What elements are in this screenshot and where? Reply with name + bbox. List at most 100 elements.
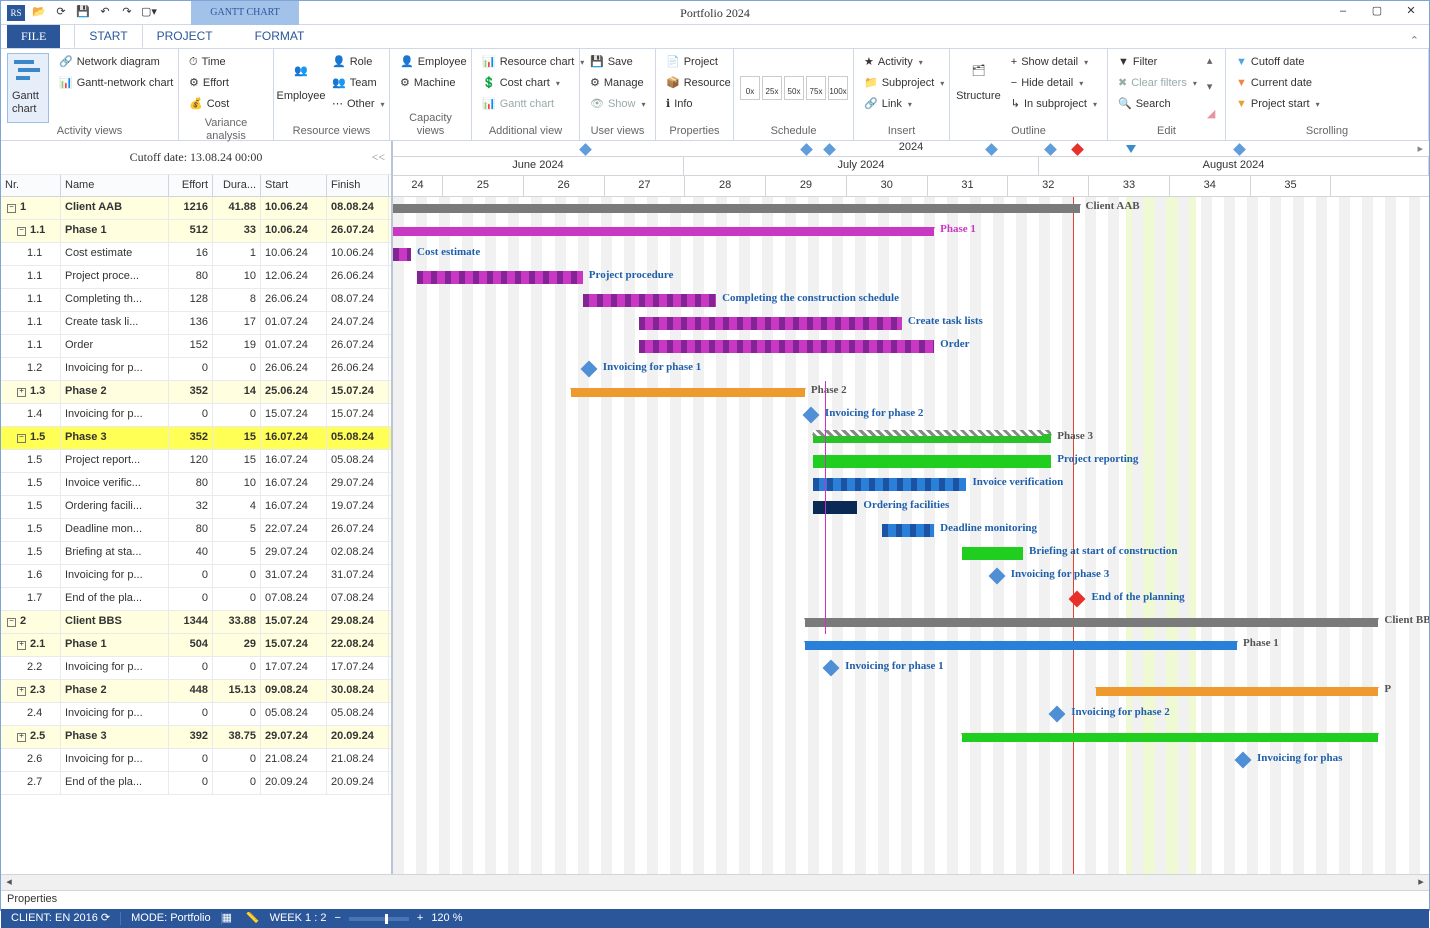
properties-bar[interactable]: Properties <box>1 890 1429 909</box>
table-row[interactable]: 1.1Completing th...128826.06.2408.07.24 <box>1 289 391 312</box>
schedule-25x[interactable]: 25x <box>762 76 782 100</box>
col-name[interactable]: Name <box>61 175 169 196</box>
gantt-bar[interactable] <box>1235 752 1252 769</box>
team-button[interactable]: 👥Team <box>328 74 389 94</box>
ruler-icon[interactable]: 📏 <box>246 912 262 926</box>
capacity-employee-button[interactable]: 👤Employee <box>396 53 471 73</box>
gantt-bar[interactable] <box>805 641 1237 650</box>
col-effort[interactable]: Effort <box>169 175 213 196</box>
table-row[interactable]: −1.1Phase 15123310.06.2426.07.24 <box>1 220 391 243</box>
sync-icon[interactable]: ⟳ <box>101 912 110 924</box>
gantt-bar[interactable] <box>813 478 966 491</box>
link-button[interactable]: 🔗Link <box>860 95 948 115</box>
resource-chart-button[interactable]: 📊Resource chart <box>478 53 588 73</box>
minimize-button[interactable]: – <box>1329 1 1357 23</box>
gantt-bar[interactable] <box>571 388 805 397</box>
table-row[interactable]: 1.5Deadline mon...80522.07.2426.07.24 <box>1 519 391 542</box>
table-row[interactable]: 2.4Invoicing for p...0005.08.2405.08.24 <box>1 703 391 726</box>
gantt-bar[interactable] <box>580 361 597 378</box>
gantt-bar[interactable] <box>823 660 840 677</box>
move-down-icon[interactable]: ▾ <box>1207 81 1215 94</box>
expander-icon[interactable]: + <box>17 641 26 650</box>
table-row[interactable]: 1.5Ordering facili...32416.07.2419.07.24 <box>1 496 391 519</box>
maximize-button[interactable]: ▢ <box>1363 1 1391 23</box>
table-row[interactable]: 2.6Invoicing for p...0021.08.2421.08.24 <box>1 749 391 772</box>
h-scrollbar[interactable]: ◂▸ <box>1 874 1429 890</box>
search-button[interactable]: 🔍Search <box>1114 95 1201 115</box>
col-start[interactable]: Start <box>261 175 327 196</box>
gantt-bar[interactable] <box>393 248 411 261</box>
zoom-out-icon[interactable]: − <box>334 912 340 925</box>
gantt-bar[interactable] <box>583 294 716 307</box>
gantt-bar[interactable] <box>805 618 1378 627</box>
other-button[interactable]: ⋯Other <box>328 95 389 115</box>
in-subproject-button[interactable]: ↳In subproject <box>1007 95 1101 115</box>
schedule-0x[interactable]: 0x <box>740 76 760 100</box>
cutoff-date-button[interactable]: ▼Cutoff date <box>1232 53 1324 73</box>
table-row[interactable]: 1.5Invoice verific...801016.07.2429.07.2… <box>1 473 391 496</box>
resource-prop-button[interactable]: 📦Resource <box>662 74 735 94</box>
table-row[interactable]: 1.5Briefing at sta...40529.07.2402.08.24 <box>1 542 391 565</box>
table-row[interactable]: +2.5Phase 339238.7529.07.2420.09.24 <box>1 726 391 749</box>
table-row[interactable]: −1.5Phase 33521516.07.2405.08.24 <box>1 427 391 450</box>
tab-file[interactable]: FILE <box>7 24 60 48</box>
expander-icon[interactable]: − <box>17 227 26 236</box>
table-row[interactable]: 1.2Invoicing for p...0026.06.2426.06.24 <box>1 358 391 381</box>
gantt-network-button[interactable]: 📊Gantt-network chart <box>55 74 177 94</box>
schedule-100x[interactable]: 100x <box>828 76 848 100</box>
hide-detail-button[interactable]: −Hide detail <box>1007 74 1101 94</box>
project-button[interactable]: 📄Project <box>662 53 735 73</box>
info-button[interactable]: ℹInfo <box>662 95 735 115</box>
gantt-bar[interactable] <box>1069 591 1086 608</box>
activity-insert-button[interactable]: ★Activity <box>860 53 948 73</box>
tab-format[interactable]: FORMAT <box>241 24 319 48</box>
gantt-bar[interactable] <box>813 501 857 514</box>
close-button[interactable]: ✕ <box>1397 1 1425 23</box>
effort-button[interactable]: ⚙Effort <box>185 74 233 94</box>
move-up-icon[interactable]: ▴ <box>1207 55 1215 68</box>
time-caret-icon[interactable]: ▸ <box>1417 143 1423 156</box>
structure-button[interactable]: 🗂Structure <box>956 53 1001 123</box>
gantt-bar[interactable] <box>639 317 902 330</box>
save-view-button[interactable]: 💾Save <box>586 53 650 73</box>
table-row[interactable]: −2Client BBS134433.8815.07.2429.08.24 <box>1 611 391 634</box>
schedule-50x[interactable]: 50x <box>784 76 804 100</box>
cost-chart-button[interactable]: 💲Cost chart <box>478 74 588 94</box>
gantt-bar[interactable] <box>639 340 934 353</box>
expander-icon[interactable]: − <box>7 204 16 213</box>
table-row[interactable]: +2.3Phase 244815.1309.08.2430.08.24 <box>1 680 391 703</box>
table-row[interactable]: 2.7End of the pla...0020.09.2420.09.24 <box>1 772 391 795</box>
current-date-button[interactable]: ▼Current date <box>1232 74 1324 94</box>
table-row[interactable]: 1.1Order1521901.07.2426.07.24 <box>1 335 391 358</box>
tab-start[interactable]: START <box>74 24 142 48</box>
gantt-bar[interactable] <box>417 271 583 284</box>
table-row[interactable]: +1.3Phase 23521425.06.2415.07.24 <box>1 381 391 404</box>
col-nr[interactable]: Nr. <box>1 175 61 196</box>
expander-icon[interactable]: − <box>17 434 26 443</box>
machine-button[interactable]: ⚙Machine <box>396 74 471 94</box>
project-start-button[interactable]: ▼Project start <box>1232 95 1324 115</box>
employee-button[interactable]: 👥Employee <box>280 53 322 123</box>
gantt-bar[interactable] <box>393 227 934 236</box>
time-button[interactable]: ⏱Time <box>185 53 233 73</box>
network-diagram-button[interactable]: 🔗Network diagram <box>55 53 177 73</box>
table-row[interactable]: 1.1Cost estimate16110.06.2410.06.24 <box>1 243 391 266</box>
expander-icon[interactable]: + <box>17 388 26 397</box>
gantt-bar[interactable] <box>882 524 935 537</box>
schedule-75x[interactable]: 75x <box>806 76 826 100</box>
subproject-button[interactable]: 📁Subproject <box>860 74 948 94</box>
table-row[interactable]: +2.1Phase 15042915.07.2422.08.24 <box>1 634 391 657</box>
gantt-bar[interactable] <box>1049 706 1066 723</box>
gantt-bar[interactable] <box>813 455 1051 468</box>
table-row[interactable]: 1.1Project proce...801012.06.2426.06.24 <box>1 266 391 289</box>
table-row[interactable]: 1.1Create task li...1361701.07.2424.07.2… <box>1 312 391 335</box>
role-button[interactable]: 👤Role <box>328 53 389 73</box>
table-row[interactable]: 1.4Invoicing for p...0015.07.2415.07.24 <box>1 404 391 427</box>
gantt-bar[interactable] <box>962 733 1378 742</box>
gantt-chart-button[interactable]: Gantt chart <box>7 53 49 123</box>
show-detail-button[interactable]: +Show detail <box>1007 53 1101 73</box>
expander-icon[interactable]: + <box>17 733 26 742</box>
gantt-bar[interactable] <box>962 547 1023 560</box>
filter-button[interactable]: ▼Filter <box>1114 53 1201 73</box>
gantt-bar[interactable] <box>988 568 1005 585</box>
